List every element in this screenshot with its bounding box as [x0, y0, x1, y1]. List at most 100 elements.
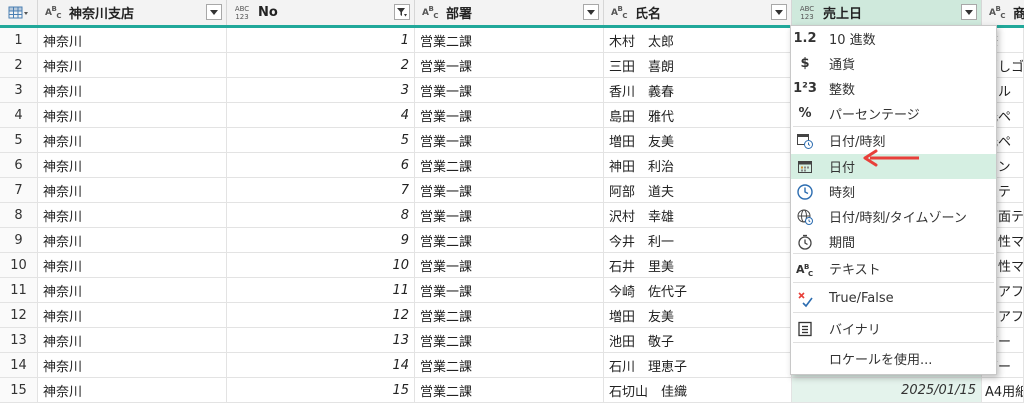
dept-cell[interactable]: 営業二課	[415, 303, 604, 327]
no-cell[interactable]: 7	[227, 178, 415, 202]
name-cell[interactable]: 石切山 佳織	[604, 378, 792, 402]
name-cell[interactable]: 今崎 佐代子	[604, 278, 792, 302]
table-menu-icon[interactable]	[0, 0, 38, 25]
sales-date-cell[interactable]: 2025/01/15	[792, 378, 982, 402]
no-cell[interactable]: 8	[227, 203, 415, 227]
chevron-down-icon[interactable]	[206, 4, 222, 20]
name-cell[interactable]: 阿部 道夫	[604, 178, 792, 202]
menu-item-12[interactable]: バイナリ	[791, 316, 996, 341]
row-number[interactable]: 2	[0, 53, 38, 77]
filter-dropdown-icon[interactable]	[394, 4, 410, 20]
column-header-3[interactable]: ABC 部署	[415, 0, 604, 25]
name-cell[interactable]: 増田 友美	[604, 303, 792, 327]
row-number[interactable]: 13	[0, 328, 38, 352]
menu-item-8[interactable]: 日付/時刻/タイムゾーン	[791, 204, 996, 229]
dept-cell[interactable]: 営業二課	[415, 228, 604, 252]
dept-cell[interactable]: 営業一課	[415, 178, 604, 202]
row-number[interactable]: 3	[0, 78, 38, 102]
menu-item-13[interactable]: ロケールを使用...	[791, 346, 996, 371]
no-cell[interactable]: 4	[227, 103, 415, 127]
column-header-4[interactable]: ABC 氏名	[604, 0, 792, 25]
branch-cell[interactable]: 神奈川	[38, 78, 227, 102]
no-cell[interactable]: 5	[227, 128, 415, 152]
dept-cell[interactable]: 営業一課	[415, 278, 604, 302]
column-header-2[interactable]: ABC 123 No	[227, 0, 415, 25]
branch-cell[interactable]: 神奈川	[38, 328, 227, 352]
text-type-icon[interactable]: ABC	[986, 2, 1008, 24]
dept-cell[interactable]: 営業一課	[415, 128, 604, 152]
no-cell[interactable]: 2	[227, 53, 415, 77]
row-number[interactable]: 8	[0, 203, 38, 227]
branch-cell[interactable]: 神奈川	[38, 278, 227, 302]
dept-cell[interactable]: 営業一課	[415, 78, 604, 102]
dept-cell[interactable]: 営業一課	[415, 253, 604, 277]
branch-cell[interactable]: 神奈川	[38, 253, 227, 277]
name-cell[interactable]: 増田 友美	[604, 128, 792, 152]
row-number[interactable]: 6	[0, 153, 38, 177]
text-type-icon[interactable]: ABC	[608, 2, 630, 24]
name-cell[interactable]: 今井 利一	[604, 228, 792, 252]
dept-cell[interactable]: 営業二課	[415, 28, 604, 52]
menu-item-4[interactable]: % パーセンテージ	[791, 101, 996, 126]
branch-cell[interactable]: 神奈川	[38, 28, 227, 52]
no-cell[interactable]: 9	[227, 228, 415, 252]
product-cell[interactable]: A4用紙	[982, 378, 1024, 402]
no-cell[interactable]: 11	[227, 278, 415, 302]
branch-cell[interactable]: 神奈川	[38, 53, 227, 77]
name-cell[interactable]: 石川 理恵子	[604, 353, 792, 377]
menu-item-10[interactable]: A B C テキスト	[791, 256, 996, 281]
branch-cell[interactable]: 神奈川	[38, 353, 227, 377]
no-cell[interactable]: 3	[227, 78, 415, 102]
branch-cell[interactable]: 神奈川	[38, 178, 227, 202]
row-number[interactable]: 7	[0, 178, 38, 202]
dept-cell[interactable]: 営業二課	[415, 328, 604, 352]
name-cell[interactable]: 神田 利治	[604, 153, 792, 177]
row-number[interactable]: 1	[0, 28, 38, 52]
row-number[interactable]: 10	[0, 253, 38, 277]
branch-cell[interactable]: 神奈川	[38, 228, 227, 252]
row-number[interactable]: 14	[0, 353, 38, 377]
branch-cell[interactable]: 神奈川	[38, 153, 227, 177]
text-type-icon[interactable]: ABC	[42, 2, 64, 24]
chevron-down-icon[interactable]	[961, 4, 977, 20]
row-number[interactable]: 12	[0, 303, 38, 327]
no-cell[interactable]: 1	[227, 28, 415, 52]
dept-cell[interactable]: 営業二課	[415, 378, 604, 402]
any-type-icon[interactable]: ABC 123	[796, 2, 818, 24]
name-cell[interactable]: 池田 敬子	[604, 328, 792, 352]
dept-cell[interactable]: 営業一課	[415, 53, 604, 77]
dept-cell[interactable]: 営業二課	[415, 153, 604, 177]
branch-cell[interactable]: 神奈川	[38, 378, 227, 402]
row-number[interactable]: 5	[0, 128, 38, 152]
name-cell[interactable]: 三田 喜朗	[604, 53, 792, 77]
no-cell[interactable]: 15	[227, 378, 415, 402]
menu-item-2[interactable]: $ 通貨	[791, 51, 996, 76]
row-number[interactable]: 9	[0, 228, 38, 252]
chevron-down-icon[interactable]	[771, 4, 787, 20]
dept-cell[interactable]: 営業一課	[415, 103, 604, 127]
branch-cell[interactable]: 神奈川	[38, 303, 227, 327]
no-cell[interactable]: 10	[227, 253, 415, 277]
dept-cell[interactable]: 営業一課	[415, 203, 604, 227]
branch-cell[interactable]: 神奈川	[38, 203, 227, 227]
no-cell[interactable]: 12	[227, 303, 415, 327]
row-number[interactable]: 15	[0, 378, 38, 402]
dept-cell[interactable]: 営業二課	[415, 353, 604, 377]
chevron-down-icon[interactable]	[583, 4, 599, 20]
menu-item-7[interactable]: 時刻	[791, 179, 996, 204]
menu-item-11[interactable]: True/False	[791, 286, 996, 311]
name-cell[interactable]: 石井 里美	[604, 253, 792, 277]
row-number[interactable]: 4	[0, 103, 38, 127]
column-header-6[interactable]: ABC 商	[982, 0, 1024, 25]
branch-cell[interactable]: 神奈川	[38, 103, 227, 127]
column-header-5[interactable]: ABC 123 売上日	[792, 0, 982, 25]
column-header-1[interactable]: ABC 神奈川支店	[38, 0, 227, 25]
name-cell[interactable]: 香川 義春	[604, 78, 792, 102]
menu-item-9[interactable]: 期間	[791, 229, 996, 254]
menu-item-1[interactable]: 1.2 10 進数	[791, 26, 996, 51]
name-cell[interactable]: 島田 雅代	[604, 103, 792, 127]
no-cell[interactable]: 13	[227, 328, 415, 352]
no-cell[interactable]: 6	[227, 153, 415, 177]
branch-cell[interactable]: 神奈川	[38, 128, 227, 152]
any-type-icon[interactable]: ABC 123	[231, 2, 253, 24]
